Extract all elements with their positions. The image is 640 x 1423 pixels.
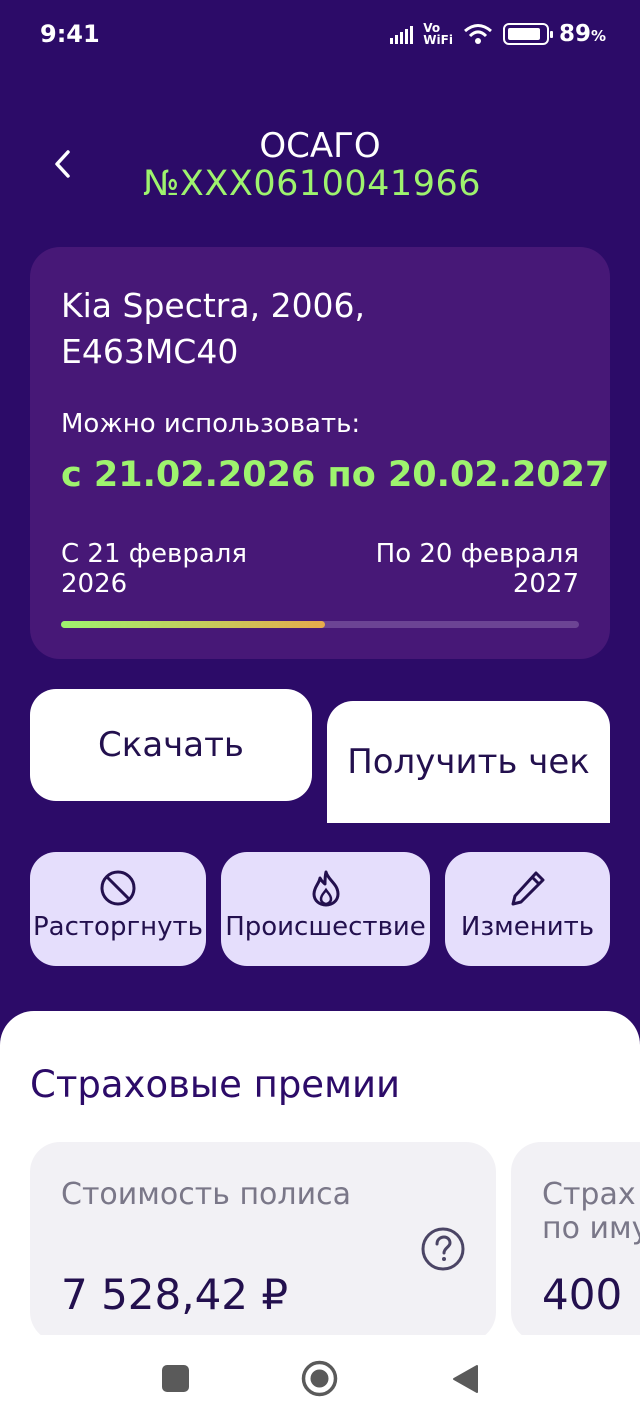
validity-range: с 21.02.2026 по 20.02.2027 xyxy=(61,455,610,495)
status-time: 9:41 xyxy=(40,20,100,48)
premium-card-value: 400 xyxy=(542,1270,623,1319)
battery-unit: % xyxy=(590,27,606,45)
battery-value: 89 xyxy=(558,21,591,47)
validity-label: Можно использовать: xyxy=(61,409,361,439)
terminate-button[interactable]: Расторгнуть xyxy=(30,852,206,966)
edit-button[interactable]: Изменить xyxy=(445,852,610,966)
premium-card-label: Страх по иму xyxy=(542,1177,640,1246)
ban-icon xyxy=(100,870,136,906)
get-receipt-button[interactable]: Получить чек xyxy=(327,701,610,823)
premium-card-label: Стоимость полиса xyxy=(61,1177,351,1212)
status-icons: Vo WiFi 89% xyxy=(390,18,606,50)
page-title: ОСАГО xyxy=(259,126,381,166)
policy-number: №XXX0610041966 xyxy=(142,164,481,204)
status-bar: 9:41 Vo WiFi 89% xyxy=(0,0,640,70)
fire-icon xyxy=(312,870,339,907)
start-date-label: С 21 февраля 2026 xyxy=(61,539,248,599)
download-button[interactable]: Скачать xyxy=(30,689,312,801)
question-circle-icon[interactable] xyxy=(420,1226,466,1272)
battery-fill xyxy=(507,28,540,40)
premium-card-policy-cost[interactable]: Стоимость полиса 7 528,42 ₽ xyxy=(30,1142,496,1342)
home-button[interactable] xyxy=(301,1360,338,1397)
validity-progress-bar xyxy=(61,621,579,628)
vowifi-indicator: Vo WiFi xyxy=(423,22,453,46)
incident-label: Происшествие xyxy=(225,912,426,942)
policy-card: Kia Spectra, 2006, Е463МС40 Можно исполь… xyxy=(30,247,610,659)
premium-card-value: 7 528,42 ₽ xyxy=(61,1270,289,1319)
edit-label: Изменить xyxy=(460,912,595,942)
incident-button[interactable]: Происшествие xyxy=(221,852,430,966)
recents-button[interactable] xyxy=(162,1365,189,1392)
vowifi-bottom: WiFi xyxy=(423,33,453,47)
pencil-icon xyxy=(511,871,544,906)
system-nav-bar xyxy=(0,1335,640,1423)
wifi-icon xyxy=(463,24,492,44)
battery-percent: 89% xyxy=(559,21,606,47)
signal-icon xyxy=(390,24,414,44)
nav-back-button[interactable] xyxy=(451,1364,479,1394)
battery-icon xyxy=(502,23,553,45)
premium-card-property[interactable]: Страх по иму 400 xyxy=(511,1142,640,1342)
premiums-title: Страховые премии xyxy=(30,1063,401,1106)
end-date-label: По 20 февраля 2027 xyxy=(375,539,579,599)
terminate-label: Расторгнуть xyxy=(33,912,203,942)
validity-progress-fill xyxy=(61,621,326,628)
car-info: Kia Spectra, 2006, Е463МС40 xyxy=(61,286,366,371)
